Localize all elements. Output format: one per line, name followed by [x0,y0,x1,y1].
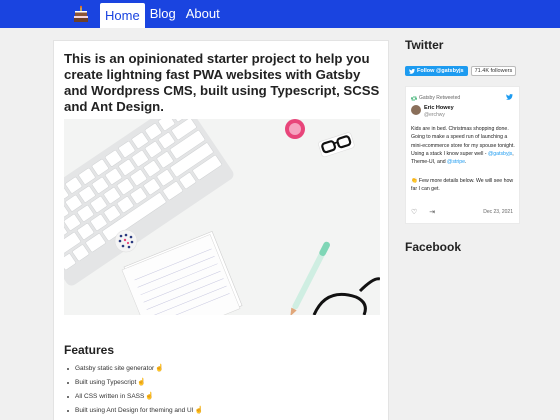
tweet-mention-link[interactable]: @stripe [447,159,465,165]
pointing-hand-icon: ☝ [137,379,147,386]
list-item: Gatsby static site generator☝ [66,365,366,379]
tweet-actions: ♡ ⇥ [411,208,435,216]
page-title: This is an opinionated starter project t… [64,51,380,114]
heart-icon[interactable]: ♡ [411,208,417,216]
top-navbar: Home Blog About [0,0,560,28]
nav-home-link[interactable]: Home [100,3,145,28]
nav-blog-link[interactable]: Blog [145,0,181,28]
facebook-heading: Facebook [405,240,462,254]
twitter-bird-icon [409,68,415,74]
twitter-heading: Twitter [405,38,444,52]
twitter-follow-button[interactable]: Follow @gatsbyjs [405,66,468,76]
list-item: All CSS written in SASS☝ [66,393,366,407]
share-icon[interactable]: ⇥ [429,208,435,216]
embedded-tweet[interactable]: Gatsby Retweeted Eric Howey @erchwy Kids… [405,86,520,224]
avatar[interactable] [411,105,421,115]
tweet-mention-link[interactable]: @gatsbyjs [488,151,512,157]
features-heading: Features [64,343,115,357]
birthday-cake-icon [74,5,88,22]
tweet-date[interactable]: Dec 23, 2021 [483,209,513,215]
list-item: Built using Ant Design for theming and U… [66,407,366,420]
tweet-text: Kids are in bed. Christmas shopping done… [411,126,515,166]
tweet-author-handle[interactable]: @erchwy [424,112,445,118]
pointing-hand-icon: ☝ [145,393,155,400]
desk-photo [64,119,380,315]
main-content-card: This is an opinionated starter project t… [53,40,389,420]
list-item: Built using Typescript☝ [66,379,366,393]
tweet-text-followup: 👏 Few more details below. We will see ho… [411,178,514,193]
pointing-hand-icon: ☝ [155,365,164,372]
nav-about-link[interactable]: About [181,0,225,28]
twitter-logo-icon [506,94,513,100]
follower-count[interactable]: 71.4K followers [470,66,517,76]
features-list: Gatsby static site generator☝ Built usin… [66,365,366,420]
site-logo[interactable] [70,3,92,25]
retweet-icon [411,96,417,100]
hero-image [64,119,380,315]
retweet-indicator: Gatsby Retweeted [411,95,460,101]
tweet-author-name[interactable]: Eric Howey [424,105,454,111]
pointing-hand-icon: ☝ [194,407,204,414]
twitter-follow-row: Follow @gatsbyjs 71.4K followers [405,66,517,76]
